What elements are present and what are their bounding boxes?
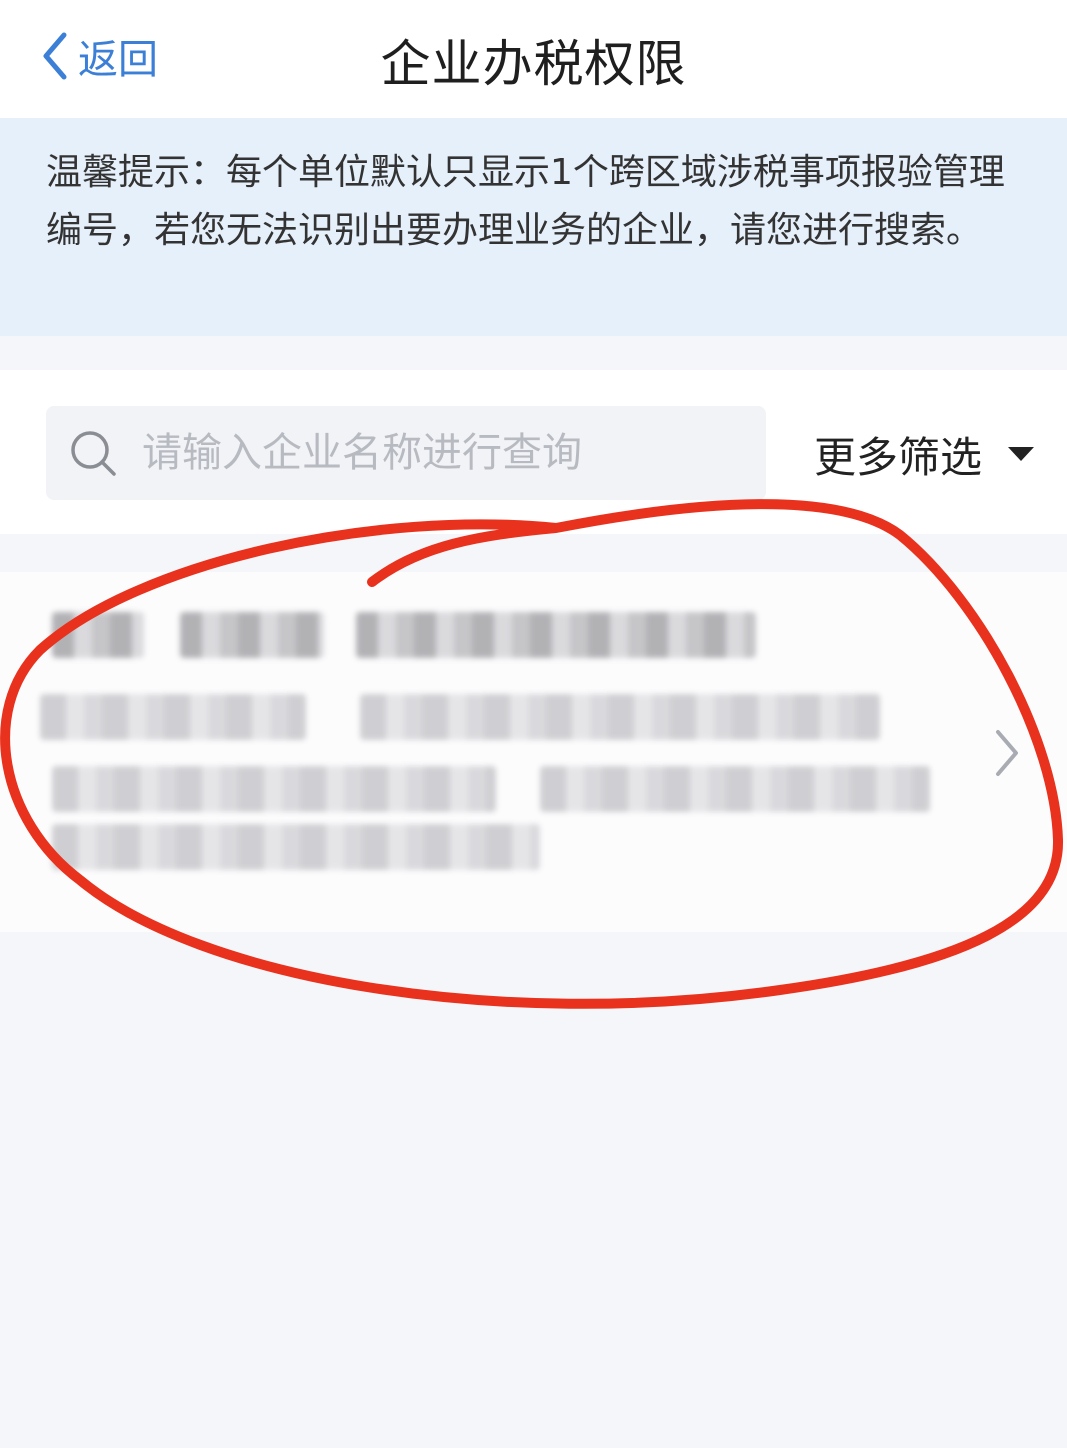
caret-down-icon (1008, 447, 1035, 461)
more-filter-button[interactable]: 更多筛选 (814, 422, 1036, 486)
redacted-enterprise-name (356, 612, 756, 658)
filter-label: 更多筛选 (814, 432, 983, 482)
enterprise-list-item[interactable] (0, 572, 1067, 932)
redacted-detail-line (40, 694, 306, 740)
search-icon (71, 431, 116, 476)
redacted-detail-line (52, 766, 496, 812)
chevron-right-icon (996, 730, 1018, 776)
tip-banner: 温馨提示：每个单位默认只显示1个跨区域涉税事项报验管理编号，若您无法识别出要办理… (0, 118, 1067, 336)
page-title: 企业办税权限 (380, 35, 687, 93)
redacted-detail-line (52, 824, 540, 870)
nav-bar: 返回 企业办税权限 (0, 0, 1067, 118)
redacted-detail-line (360, 694, 880, 740)
section-divider (0, 534, 1067, 572)
redacted-detail-line (540, 766, 930, 812)
search-input[interactable] (140, 429, 744, 477)
search-area: 更多筛选 (0, 370, 1067, 534)
redacted-enterprise-name (52, 612, 144, 658)
tip-text: 温馨提示：每个单位默认只显示1个跨区域涉税事项报验管理编号，若您无法识别出要办理… (46, 152, 1005, 251)
redacted-enterprise-name (180, 612, 324, 658)
search-box[interactable] (46, 406, 766, 500)
